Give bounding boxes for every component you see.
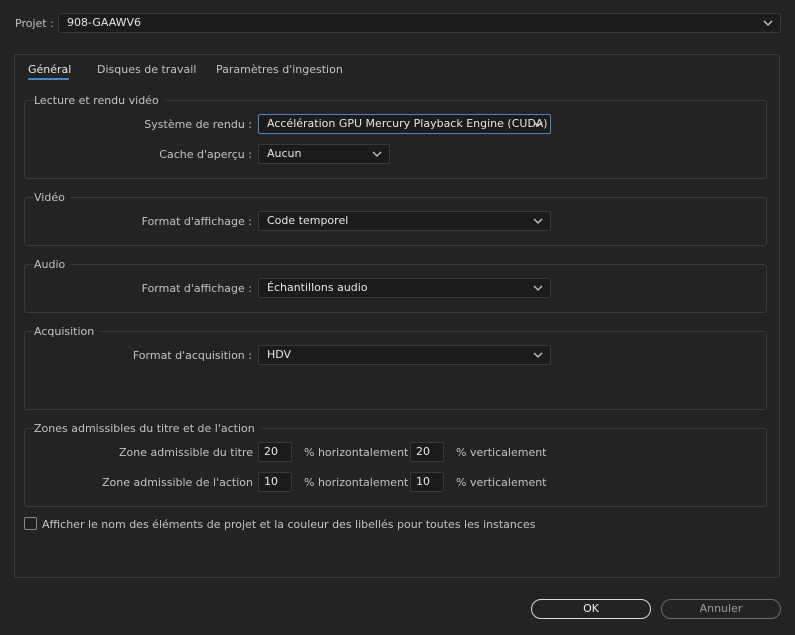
render-system-label: Système de rendu :	[144, 118, 252, 131]
project-dropdown[interactable]: 908-GAAWV6	[58, 13, 781, 33]
action-safe-vertical-input[interactable]: 10	[410, 472, 444, 492]
project-label: Projet :	[15, 17, 54, 30]
project-value: 908-GAAWV6	[67, 16, 142, 29]
audio-format-label: Format d'affichage :	[141, 282, 252, 295]
video-group-title: Vidéo	[34, 191, 71, 204]
video-format-value: Code temporel	[267, 214, 349, 227]
tab-ingest-settings[interactable]: Paramètres d'ingestion	[216, 63, 343, 76]
audio-format-value: Échantillons audio	[267, 281, 368, 294]
preview-cache-label: Cache d'aperçu :	[159, 148, 252, 161]
safe-zones-title: Zones admissibles du titre et de l'actio…	[34, 422, 261, 435]
preview-cache-dropdown[interactable]: Aucun	[258, 144, 390, 164]
action-safe-horizontal-input[interactable]: 10	[258, 472, 292, 492]
show-project-item-names-checkbox[interactable]	[24, 517, 37, 530]
chevron-down-icon	[533, 352, 543, 358]
ok-button[interactable]: OK	[531, 599, 651, 619]
capture-format-dropdown[interactable]: HDV	[258, 345, 551, 365]
chevron-down-icon	[533, 218, 543, 224]
title-safe-horizontal-input[interactable]: 20	[258, 442, 292, 462]
video-format-label: Format d'affichage :	[141, 215, 252, 228]
chevron-down-icon	[372, 151, 382, 157]
video-format-dropdown[interactable]: Code temporel	[258, 211, 551, 231]
audio-group-title: Audio	[34, 258, 72, 271]
tab-scratch-disks[interactable]: Disques de travail	[97, 63, 196, 76]
chevron-down-icon	[533, 285, 543, 291]
safe-zones-group	[24, 428, 767, 507]
capture-format-label: Format d'acquisition :	[132, 349, 252, 362]
acquisition-group	[24, 331, 767, 410]
action-safe-vertical-unit: % verticalement	[456, 476, 547, 489]
title-safe-label: Zone admissible du titre	[119, 446, 253, 459]
acquisition-group-title: Acquisition	[34, 325, 101, 338]
cancel-button[interactable]: Annuler	[661, 599, 781, 619]
chevron-down-icon	[763, 20, 773, 26]
title-safe-vertical-unit: % verticalement	[456, 446, 547, 459]
action-safe-horizontal-unit: % horizontalement	[304, 476, 409, 489]
show-project-item-names-label: Afficher le nom des éléments de projet e…	[42, 518, 536, 531]
playback-render-group	[24, 100, 767, 179]
action-safe-label: Zone admissible de l'action	[101, 476, 253, 489]
render-system-dropdown[interactable]: Accélération GPU Mercury Playback Engine…	[258, 114, 551, 134]
title-safe-vertical-input[interactable]: 20	[410, 442, 444, 462]
active-tab-indicator	[28, 78, 69, 80]
audio-format-dropdown[interactable]: Échantillons audio	[258, 278, 551, 298]
chevron-down-icon	[533, 121, 543, 127]
capture-format-value: HDV	[267, 348, 292, 361]
title-safe-horizontal-unit: % horizontalement	[304, 446, 409, 459]
playback-render-title: Lecture et rendu vidéo	[34, 94, 165, 107]
preview-cache-value: Aucun	[267, 147, 302, 160]
tab-general[interactable]: Général	[28, 63, 71, 76]
render-system-value: Accélération GPU Mercury Playback Engine…	[267, 117, 548, 130]
